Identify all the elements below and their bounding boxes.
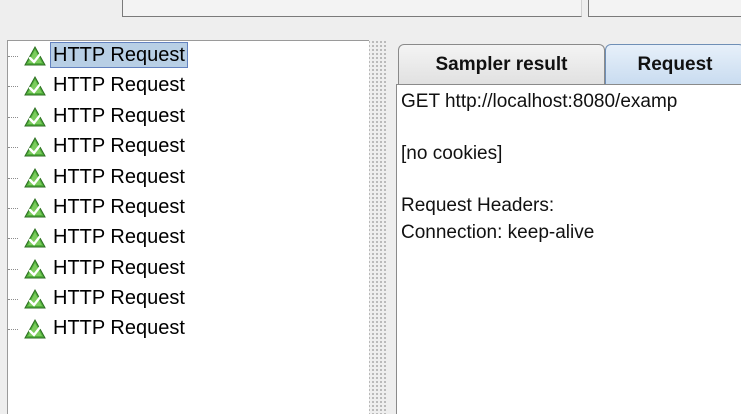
tree-node-label[interactable]: HTTP Request — [51, 286, 187, 310]
result-detail-panel: Sampler result Request GET http://localh… — [388, 40, 741, 414]
sampler-tree[interactable]: HTTP Request HTTP Request HTTP Request H… — [7, 40, 369, 414]
tree-node-http-request[interactable]: HTTP Request — [8, 254, 308, 284]
tab-request[interactable]: Request — [605, 44, 741, 84]
tree-connector-line — [8, 86, 18, 87]
tree-connector-line — [8, 117, 18, 118]
http-sampler-icon — [24, 258, 46, 279]
request-text-area[interactable]: GET http://localhost:8080/examp [no cook… — [396, 84, 741, 414]
tree-node-label[interactable]: HTTP Request — [51, 134, 187, 158]
http-sampler-icon — [24, 45, 46, 66]
http-sampler-icon — [24, 167, 46, 188]
tree-connector-line — [8, 178, 18, 179]
tree-node-label[interactable]: HTTP Request — [51, 104, 187, 128]
tree-node-label[interactable]: HTTP Request — [51, 225, 187, 249]
top-toolbar-strip — [0, 0, 741, 30]
tree-node-label[interactable]: HTTP Request — [51, 195, 187, 219]
tree-connector-line — [8, 208, 18, 209]
http-sampler-icon — [24, 106, 46, 127]
tree-connector-line — [8, 299, 18, 300]
tree-node-http-request[interactable]: HTTP Request — [8, 284, 308, 314]
http-sampler-icon — [24, 197, 46, 218]
tree-node-http-request[interactable]: HTTP Request — [8, 41, 308, 71]
tree-node-label[interactable]: HTTP Request — [51, 73, 187, 97]
tree-connector-line — [8, 147, 18, 148]
tree-node-http-request[interactable]: HTTP Request — [8, 132, 308, 162]
tree-node-http-request[interactable]: HTTP Request — [8, 223, 308, 253]
top-input-field-right[interactable] — [588, 0, 741, 17]
tree-node-http-request[interactable]: HTTP Request — [8, 193, 308, 223]
tree-connector-line — [8, 269, 18, 270]
tree-node-label[interactable]: HTTP Request — [51, 316, 187, 340]
http-sampler-icon — [24, 75, 46, 96]
tree-node-http-request[interactable]: HTTP Request — [8, 102, 308, 132]
tree-connector-line — [8, 56, 18, 57]
tree-node-label[interactable]: HTTP Request — [51, 165, 187, 189]
tree-node-http-request[interactable]: HTTP Request — [8, 71, 308, 101]
tree-node-label[interactable]: HTTP Request — [51, 256, 187, 280]
split-pane-divider[interactable] — [369, 40, 387, 414]
request-headers-heading: Request Headers: — [401, 195, 555, 216]
request-line: GET http://localhost:8080/examp — [401, 91, 678, 112]
tab-sampler-result[interactable]: Sampler result — [398, 44, 605, 84]
http-sampler-icon — [24, 227, 46, 248]
tree-node-http-request[interactable]: HTTP Request — [8, 163, 308, 193]
http-sampler-icon — [24, 288, 46, 309]
http-sampler-icon — [24, 318, 46, 339]
top-input-field[interactable] — [122, 0, 582, 17]
tree-connector-line — [8, 329, 18, 330]
http-sampler-icon — [24, 136, 46, 157]
tree-node-http-request[interactable]: HTTP Request — [8, 314, 308, 344]
cookies-line: [no cookies] — [401, 143, 503, 164]
tree-node-label[interactable]: HTTP Request — [50, 42, 188, 68]
connection-header-line: Connection: keep-alive — [401, 222, 595, 243]
results-tree-window: HTTP Request HTTP Request HTTP Request H… — [0, 0, 741, 414]
tree-connector-line — [8, 238, 18, 239]
